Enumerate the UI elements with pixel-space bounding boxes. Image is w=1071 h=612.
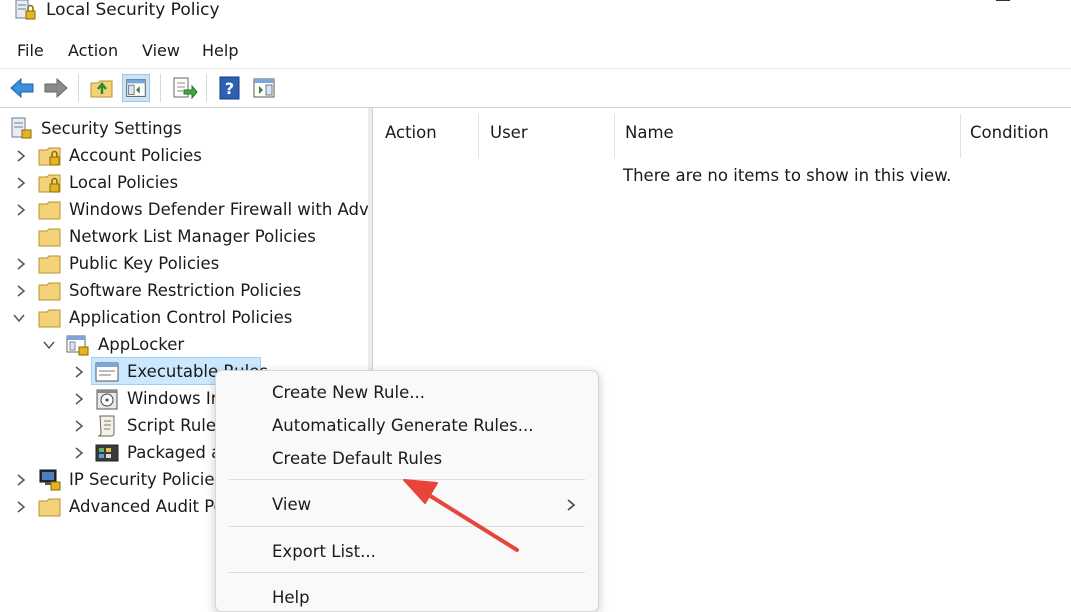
chevron-right-icon[interactable] xyxy=(14,498,28,516)
menu-action[interactable]: Action xyxy=(68,36,118,66)
chevron-right-icon[interactable] xyxy=(14,147,28,165)
chevron-right-icon[interactable] xyxy=(72,390,86,408)
chevron-down-icon[interactable] xyxy=(12,309,26,327)
security-policy-app-icon xyxy=(15,0,36,20)
tree-label: AppLocker xyxy=(98,335,185,354)
menu-item-help[interactable]: Help xyxy=(272,587,310,609)
tree-label: Packaged a xyxy=(127,443,222,462)
packaged-app-icon xyxy=(95,444,119,462)
tree-label: Security Settings xyxy=(41,119,182,138)
toolbar: ? xyxy=(0,68,1071,108)
chevron-right-icon[interactable] xyxy=(14,201,28,219)
menu-item-create-default-rules[interactable]: Create Default Rules xyxy=(272,448,442,470)
forward-arrow-icon[interactable] xyxy=(42,74,70,102)
tree-label: Software Restriction Policies xyxy=(69,281,302,300)
chevron-right-icon[interactable] xyxy=(14,471,28,489)
chevron-right-icon[interactable] xyxy=(72,363,86,381)
context-menu: Create New Rule... Automatically Generat… xyxy=(215,370,599,612)
chevron-right-icon[interactable] xyxy=(14,282,28,300)
tree-label: IP Security Policies xyxy=(69,470,224,489)
tree-item-windows-defender-firewall[interactable]: Windows Defender Firewall with Advar xyxy=(0,197,368,223)
submenu-chevron-icon xyxy=(567,499,576,511)
chevron-right-icon[interactable] xyxy=(14,174,28,192)
applocker-icon xyxy=(66,335,89,356)
tree-label: Script Rules xyxy=(127,416,225,435)
show-hide-tree-icon[interactable] xyxy=(122,74,150,102)
tree-label: Account Policies xyxy=(69,146,202,165)
executable-rules-icon xyxy=(95,362,119,382)
tree-label: Windows Ir xyxy=(127,389,218,408)
export-list-icon[interactable] xyxy=(170,74,198,102)
tree-root-security-settings[interactable]: Security Settings xyxy=(0,116,368,142)
column-header-condition[interactable]: Condition xyxy=(970,108,1049,156)
menu-file[interactable]: File xyxy=(17,36,44,66)
svg-text:?: ? xyxy=(225,79,234,98)
tree-label: Application Control Policies xyxy=(69,308,293,327)
folder-lock-icon xyxy=(38,174,61,193)
menu-item-create-new-rule[interactable]: Create New Rule... xyxy=(272,382,425,404)
tree-item-public-key-policies[interactable]: Public Key Policies xyxy=(0,251,368,277)
folder-icon xyxy=(38,498,61,517)
tree-item-application-control[interactable]: Application Control Policies xyxy=(0,305,368,331)
menu-help[interactable]: Help xyxy=(202,36,238,66)
ip-security-icon xyxy=(39,469,61,491)
chevron-right-icon[interactable] xyxy=(14,255,28,273)
tree-label: Advanced Audit Po xyxy=(69,497,224,516)
tree-item-applocker[interactable]: AppLocker xyxy=(0,332,368,358)
tree-item-network-list-manager[interactable]: Network List Manager Policies xyxy=(0,224,368,250)
back-arrow-icon[interactable] xyxy=(8,74,36,102)
window-title: Local Security Policy xyxy=(46,0,220,20)
properties-pane-icon[interactable] xyxy=(250,74,278,102)
security-settings-icon xyxy=(11,117,32,139)
script-icon xyxy=(97,415,115,437)
folder-lock-icon xyxy=(38,147,61,166)
help-icon[interactable]: ? xyxy=(216,74,244,102)
tree-item-local-policies[interactable]: Local Policies xyxy=(0,170,368,196)
menu-bar: File Action View Help xyxy=(0,36,1071,66)
menu-item-export-list[interactable]: Export List... xyxy=(272,541,376,563)
tree-item-account-policies[interactable]: Account Policies xyxy=(0,143,368,169)
up-folder-icon[interactable] xyxy=(88,74,116,102)
folder-icon xyxy=(38,309,61,328)
chevron-right-icon[interactable] xyxy=(72,444,86,462)
menu-item-automatically-generate-rules[interactable]: Automatically Generate Rules... xyxy=(272,415,533,437)
windows-installer-icon xyxy=(96,389,118,410)
folder-icon xyxy=(38,201,61,220)
tree-label: Windows Defender Firewall with Advar xyxy=(69,200,369,219)
tree-label: Network List Manager Policies xyxy=(69,227,316,246)
title-bar: Local Security Policy xyxy=(0,0,1071,30)
tree-label: Local Policies xyxy=(69,173,179,192)
menu-view[interactable]: View xyxy=(142,36,180,66)
tree-item-software-restriction[interactable]: Software Restriction Policies xyxy=(0,278,368,304)
maximize-icon[interactable] xyxy=(996,0,1010,15)
column-header-name[interactable]: Name xyxy=(625,108,674,156)
tree-label: Public Key Policies xyxy=(69,254,220,273)
column-header-user[interactable]: User xyxy=(490,108,528,156)
folder-icon xyxy=(38,255,61,274)
column-header-action[interactable]: Action xyxy=(385,108,437,156)
chevron-down-icon[interactable] xyxy=(42,336,56,354)
folder-icon xyxy=(38,228,61,247)
menu-item-view[interactable]: View xyxy=(272,494,311,516)
chevron-right-icon[interactable] xyxy=(72,417,86,435)
empty-list-message: There are no items to show in this view. xyxy=(623,166,952,185)
folder-icon xyxy=(38,282,61,301)
